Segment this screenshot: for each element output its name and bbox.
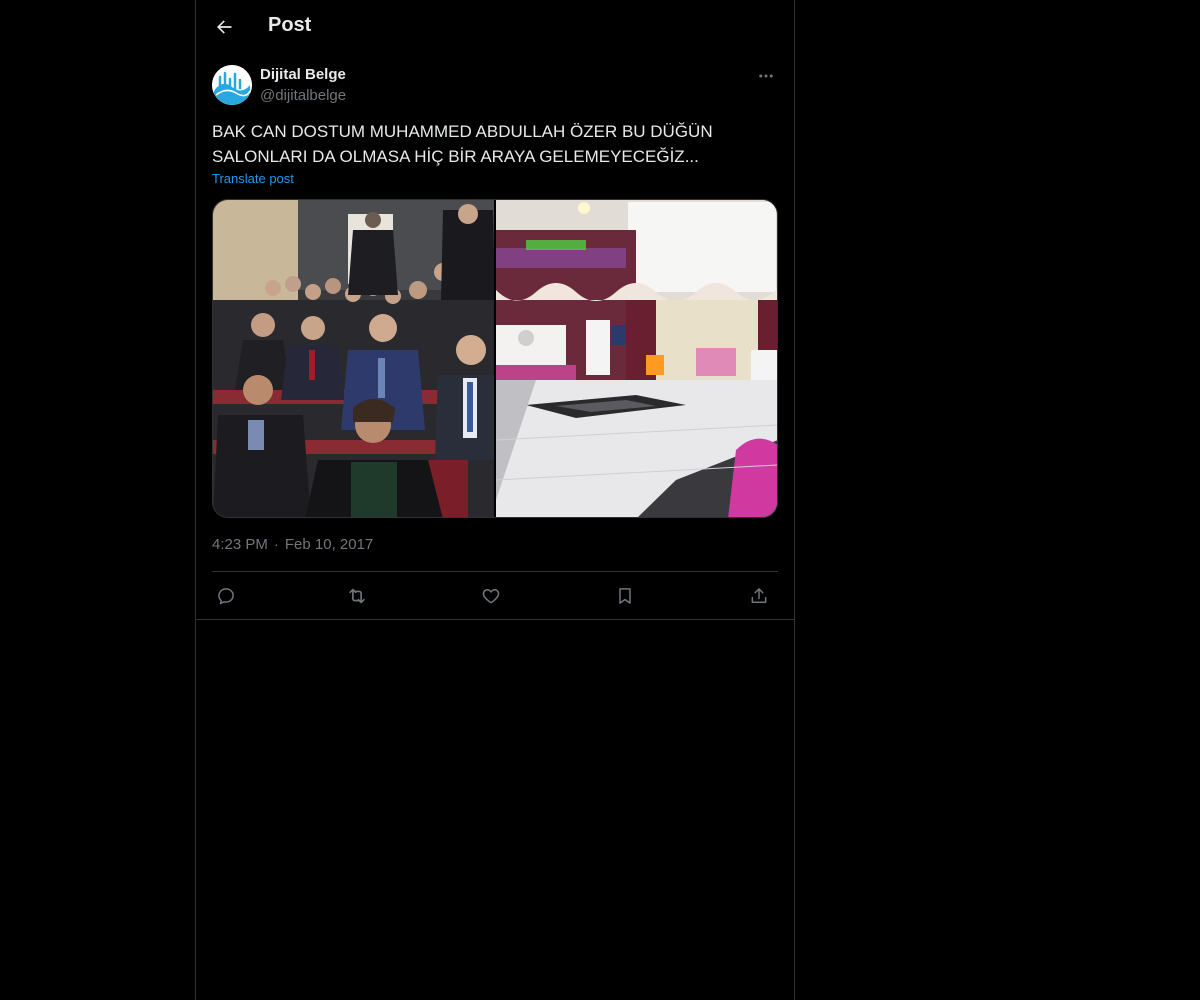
post-text: BAK CAN DOSTUM MUHAMMED ABDULLAH ÖZER BU… <box>212 122 713 166</box>
post-media <box>212 199 778 518</box>
page-title: Post <box>268 14 312 36</box>
bookmark-icon <box>619 588 631 604</box>
post-author: Dijital Belge @dijitalbelge <box>212 64 778 108</box>
blue-wave-logo-icon <box>212 65 252 105</box>
photo-wedding-hall[interactable] <box>496 200 777 517</box>
like-icon <box>482 589 500 604</box>
post-bottom-border <box>196 619 794 620</box>
action-bar <box>212 580 778 612</box>
reply-icon <box>218 588 234 605</box>
user-handle[interactable]: @dijitalbelge <box>260 87 346 104</box>
post-header: Post <box>196 0 794 54</box>
more-options-button[interactable] <box>754 66 778 86</box>
like-button[interactable] <box>479 584 503 608</box>
share-icon <box>751 588 767 603</box>
share-button[interactable] <box>747 584 771 608</box>
more-horizontal-icon <box>759 74 773 78</box>
bookmark-button[interactable] <box>613 584 637 608</box>
post-timestamp[interactable]: 4:23 PM · Feb 10, 2017 <box>212 536 373 553</box>
display-name[interactable]: Dijital Belge <box>260 66 346 83</box>
post-column: Post Dijital Belge @dijitalbelge BAK CAN… <box>195 0 795 1000</box>
post-time: 4:23 PM <box>212 536 268 553</box>
avatar[interactable] <box>212 65 252 105</box>
divider <box>212 571 778 572</box>
reply-button[interactable] <box>214 584 238 608</box>
translate-post-link[interactable]: Translate post <box>212 171 294 186</box>
timestamp-separator: · <box>273 536 279 553</box>
audience-photo-illustration <box>213 200 494 517</box>
repost-icon <box>349 588 365 604</box>
photo-audience-seated[interactable] <box>213 200 494 517</box>
repost-button[interactable] <box>345 584 369 608</box>
back-button[interactable] <box>208 11 240 43</box>
post-date: Feb 10, 2017 <box>284 536 374 553</box>
wedding-hall-photo-illustration <box>496 200 777 517</box>
arrow-left-icon <box>217 20 232 34</box>
